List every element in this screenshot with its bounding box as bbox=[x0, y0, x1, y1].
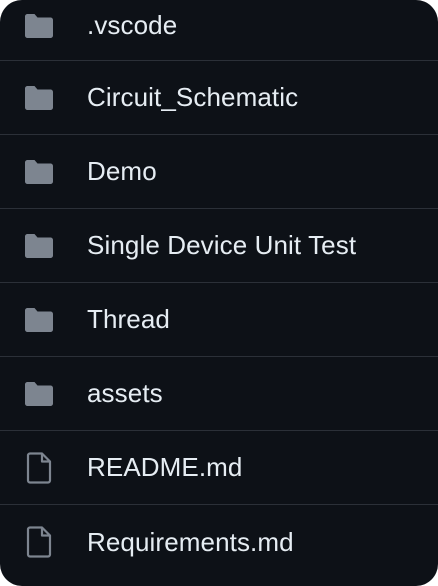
folder-icon bbox=[22, 380, 56, 408]
item-name[interactable]: README.md bbox=[87, 452, 242, 483]
item-name[interactable]: .vscode bbox=[87, 10, 177, 41]
folder-icon bbox=[22, 158, 56, 186]
file-list: .vscode Circuit_Schematic Demo Single De… bbox=[0, 0, 438, 586]
list-item-assets[interactable]: assets bbox=[0, 357, 438, 431]
list-item-vscode[interactable]: .vscode bbox=[0, 0, 438, 61]
item-name[interactable]: Single Device Unit Test bbox=[87, 230, 356, 261]
item-name[interactable]: Circuit_Schematic bbox=[87, 82, 298, 113]
list-item-readme[interactable]: README.md bbox=[0, 431, 438, 505]
folder-icon bbox=[22, 84, 56, 112]
list-item-demo[interactable]: Demo bbox=[0, 135, 438, 209]
item-name[interactable]: Thread bbox=[87, 304, 170, 335]
list-item-requirements[interactable]: Requirements.md bbox=[0, 505, 438, 579]
list-item-thread[interactable]: Thread bbox=[0, 283, 438, 357]
folder-icon bbox=[22, 232, 56, 260]
folder-icon bbox=[22, 306, 56, 334]
list-item-circuit-schematic[interactable]: Circuit_Schematic bbox=[0, 61, 438, 135]
list-item-single-device-unit-test[interactable]: Single Device Unit Test bbox=[0, 209, 438, 283]
file-icon bbox=[22, 451, 56, 484]
item-name[interactable]: Demo bbox=[87, 156, 157, 187]
folder-icon bbox=[22, 12, 56, 40]
item-name[interactable]: Requirements.md bbox=[87, 527, 294, 558]
item-name[interactable]: assets bbox=[87, 378, 163, 409]
file-icon bbox=[22, 526, 56, 558]
